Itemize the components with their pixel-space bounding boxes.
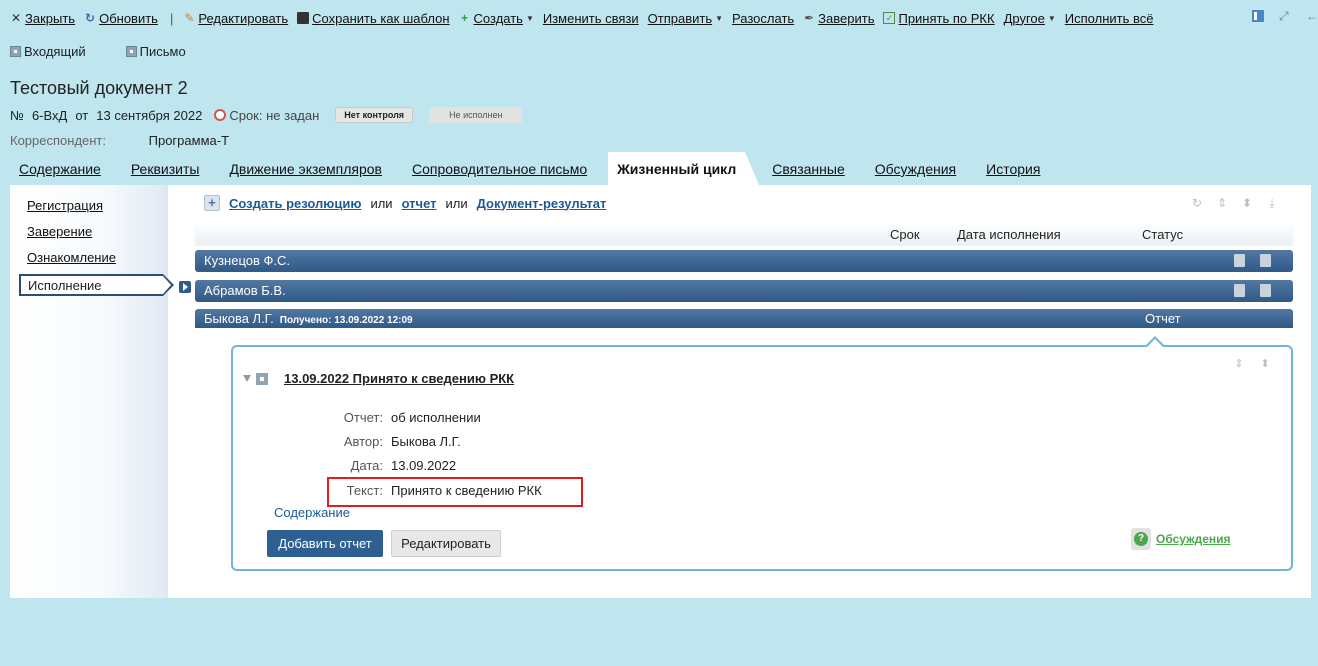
chevron-down-icon: ▼ [1047,13,1056,23]
create-actions: + Создать резолюцию или отчет или Докуме… [204,195,606,211]
executor-row[interactable]: Быкова Л.Г. Получено: 13.09.2022 12:09 От… [195,309,1293,328]
deadline-text: Срок: не задан [229,107,320,123]
tab-related[interactable]: Связанные [763,152,854,185]
sort-icon[interactable]: ⬍ [1259,357,1271,371]
pen-icon: ✒ [804,11,815,25]
pencil-icon: ✎ [184,11,195,25]
type-letter: Письмо [125,44,186,59]
tab-discussions[interactable]: Обсуждения [866,152,965,185]
document-types: Входящий Письмо [10,44,226,59]
report-icon [256,372,268,385]
nav-acquaintance[interactable]: Ознакомление [27,250,116,265]
plus-icon[interactable]: + [204,195,220,211]
refresh-icon[interactable]: ↻ [1190,196,1204,210]
close-button[interactable]: ✕ Закрыть [10,11,75,26]
tab-lifecycle[interactable]: Жизненный цикл [608,152,760,185]
send-dropdown[interactable]: Отправить ▼ [648,11,723,26]
edit-note-icon[interactable] [1234,254,1245,267]
content-link[interactable]: Содержание [274,505,350,520]
sort-icon[interactable]: ⬍ [1240,196,1254,210]
edit-note-icon[interactable] [1234,284,1245,297]
collapse-triangle-icon[interactable] [243,375,251,382]
table-header: Срок Дата исполнения Статус [195,222,1293,246]
edit-button[interactable]: ✎ Редактировать [183,11,288,26]
expand-all-icon[interactable]: ⤓ [1265,196,1279,210]
checkbox-icon: ✓ [883,12,896,24]
distribute-button[interactable]: Разослать [732,11,794,26]
create-result-document-link[interactable]: Документ-результат [477,196,607,211]
plus-icon: + [461,11,469,25]
fullscreen-icon[interactable]: ⤢ [1279,10,1291,22]
tab-cover-letter[interactable]: Сопроводительное письмо [403,152,596,185]
back-arrow-icon[interactable]: ← [1306,10,1318,22]
add-report-button[interactable]: Добавить отчет [267,530,383,557]
type-incoming: Входящий [10,44,86,59]
col-exec-date: Дата исполнения [957,227,1061,242]
create-resolution-link[interactable]: Создать резолюцию [229,196,361,211]
edit-report-button[interactable]: Редактировать [391,530,501,557]
certify-button[interactable]: ✒ Заверить [803,11,874,26]
col-deadline: Срок [890,227,920,242]
help-icon: ? [1131,528,1151,550]
expand-arrow-icon[interactable] [179,281,191,293]
refresh-icon: ↻ [85,11,96,25]
nav-certification[interactable]: Заверение [27,224,92,239]
discussions-link[interactable]: ? Обсуждения [1131,528,1231,550]
alarm-clock-icon [214,109,227,121]
received-time: Получено: 13.09.2022 12:09 [279,315,413,326]
report-title[interactable]: 13.09.2022 Принято к сведению РКК [284,371,514,386]
chevron-down-icon: ▼ [525,13,534,23]
collapse-all-icon[interactable]: ⇕ [1215,196,1229,210]
field-date: Дата: 13.09.2022 [350,458,457,473]
document-icon[interactable] [1260,254,1271,267]
nav-execution[interactable]: Исполнение [19,274,174,296]
toolbar: ✕ Закрыть ↻ Обновить | ✎ Редактировать С… [0,0,1318,36]
control-badge: Нет контроля [335,107,414,123]
highlight-box [327,477,583,507]
correspondent-value: Программа-Т [148,133,230,148]
tab-requisites[interactable]: Реквизиты [122,152,209,185]
tab-history[interactable]: История [977,152,1049,185]
executor-row[interactable]: Кузнецов Ф.С. [195,250,1293,272]
refresh-button[interactable]: ↻ Обновить [84,11,158,26]
other-dropdown[interactable]: Другое ▼ [1004,11,1056,26]
chevron-down-icon: ▼ [715,13,724,23]
lifecycle-panel: Регистрация Заверение Ознакомление Испол… [10,185,1311,598]
execute-all-button[interactable]: Исполнить всё [1065,11,1154,26]
nav-registration[interactable]: Регистрация [27,198,103,213]
doc-number: 6-ВхД [31,107,68,123]
tab-content[interactable]: Содержание [10,152,110,185]
accept-rkk-button[interactable]: ✓ Принять по РКК [883,11,995,26]
tab-bar: Содержание Реквизиты Движение экземпляро… [10,152,1061,186]
report-card: 13.09.2022 Принято к сведению РКК ⇕ ⬍ От… [231,336,1293,571]
save-icon [297,12,310,24]
page-title: Тестовый документ 2 [10,78,188,98]
change-links-button[interactable]: Изменить связи [543,11,639,26]
col-status: Статус [1142,227,1184,242]
doc-date: 13 сентября 2022 [96,107,203,123]
window-controls: ⤢ ← [1237,10,1318,22]
lifecycle-nav: Регистрация Заверение Ознакомление Испол… [10,185,174,598]
registration-line: № 6-ВхД от 13 сентября 2022 Срок: не зад… [10,107,523,123]
document-icon[interactable] [1260,284,1271,297]
list-tools: ↻ ⇕ ⬍ ⤓ [1190,196,1290,210]
correspondent-row: Корреспондент: Программа-Т [10,133,230,148]
status-badge: Не исполнен [429,107,523,123]
executor-status: Отчет [1145,311,1181,326]
panel-toggle-icon[interactable] [1252,10,1264,22]
tab-copies-movement[interactable]: Движение экземпляров [220,152,391,185]
create-report-link[interactable]: отчет [402,196,437,211]
close-icon: ✕ [10,11,22,25]
doc-type-icon [10,46,21,57]
field-author: Автор: Быкова Л.Г. [343,434,461,449]
save-as-template-button[interactable]: Сохранить как шаблон [297,11,450,26]
executor-row[interactable]: Абрамов Б.В. [195,280,1293,302]
create-dropdown[interactable]: + Создать ▼ [459,11,534,26]
toolbar-separator: | [169,10,174,26]
doc-type-icon [125,46,137,57]
field-report-type: Отчет: об исполнении [343,410,481,425]
collapse-icon[interactable]: ⇕ [1233,357,1245,371]
